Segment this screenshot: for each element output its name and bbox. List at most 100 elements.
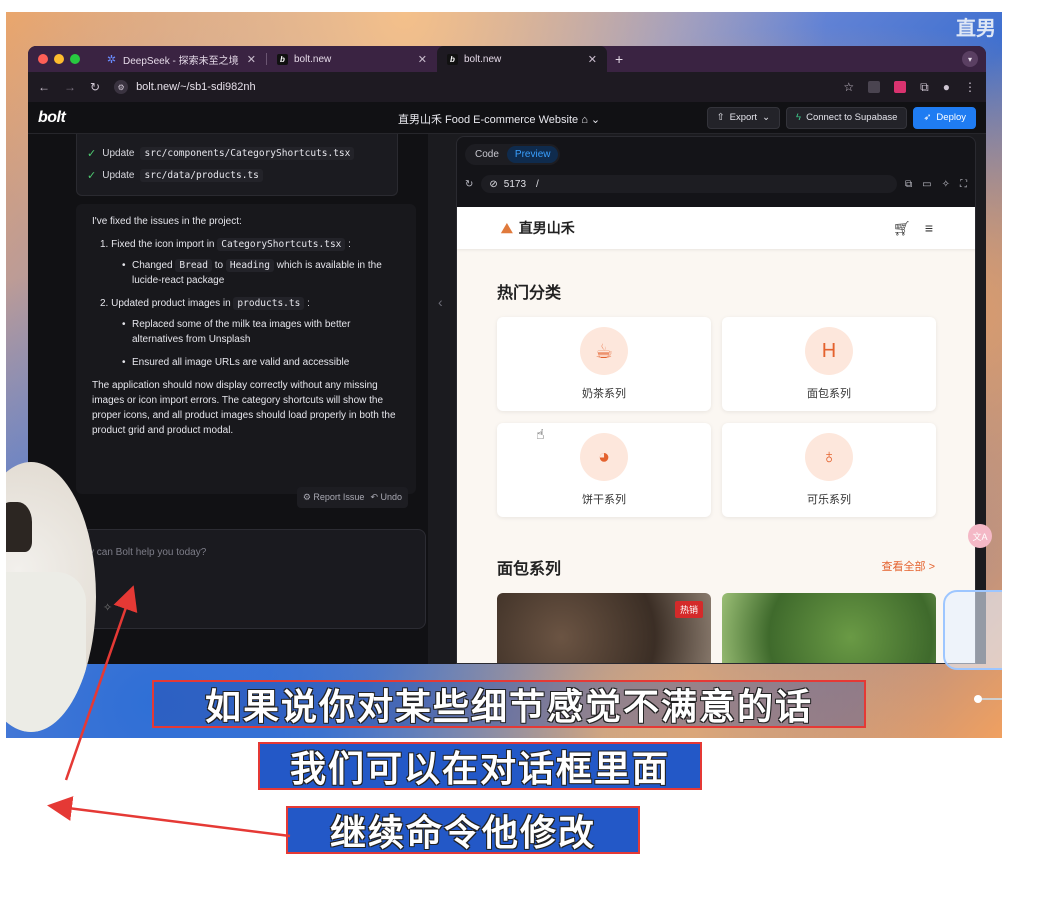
minimize-window-button[interactable] (54, 54, 64, 64)
lock-icon: ⌂ (581, 114, 588, 126)
workbench-tabs: Code Preview (457, 137, 975, 171)
tab-code[interactable]: Code (467, 146, 507, 163)
step-item: ✓ Update src/data/products.ts (87, 164, 387, 186)
bullet-item: Changed Bread to Heading which is availa… (92, 258, 400, 288)
deploy-button[interactable]: ➶ Deploy (913, 106, 976, 129)
bullet-item: Replaced some of the milk tea images wit… (92, 317, 400, 347)
tab-bolt-1[interactable]: b bolt.new ✕ (267, 46, 437, 72)
fullscreen-icon[interactable]: ⛶ (960, 179, 967, 190)
close-tab-icon[interactable]: ✕ (247, 53, 256, 66)
open-new-window-icon[interactable]: ⧉ (905, 179, 912, 190)
cart-icon[interactable]: 🛒︎ (893, 220, 911, 237)
message-actions: ⚙ Report Issue ↶ Undo (296, 487, 408, 508)
rocket-icon: ➶ (923, 112, 932, 123)
list-item: 2. Updated product images in products.ts… (100, 297, 310, 310)
bullet-item: Ensured all image URLs are valid and acc… (92, 355, 400, 370)
prompt-input[interactable] (89, 547, 413, 558)
step-item: ✓ Update src/components/CategoryShortcuts.… (87, 142, 387, 164)
connect-supabase-button[interactable]: ϟ Connect to Supabase (786, 106, 908, 129)
close-tab-icon[interactable]: ✕ (588, 53, 597, 66)
category-card[interactable]: ☕︎ 奶茶系列 (497, 317, 711, 411)
chevron-down-icon: ⌄ (762, 112, 771, 123)
project-title[interactable]: 直男山禾 Food E-commerce Website ⌂ ⌄ (398, 111, 600, 127)
red-arrow (47, 796, 291, 838)
tab-preview[interactable]: Preview (506, 145, 559, 163)
bolt-logo[interactable]: bolt (38, 109, 66, 127)
robot-sticker (943, 590, 1002, 670)
bolt-favicon-icon: b (277, 53, 288, 65)
window-controls (38, 54, 80, 64)
preview-address[interactable]: ⊘ 5173 / (481, 175, 898, 193)
site-header: ⛰ 直男山禾 🛒︎ ≡ (457, 207, 975, 249)
assistant-message: I've fixed the issues in the project: 1.… (76, 204, 416, 508)
mountain-icon: ⛰ (501, 219, 513, 236)
view-all-link[interactable]: 查看全部 > (882, 558, 935, 574)
collapse-chevron-icon[interactable]: ‹ (438, 294, 443, 310)
message-intro: I've fixed the issues in the project: (92, 216, 242, 227)
forward-icon[interactable]: → (64, 80, 76, 94)
site-preview: ⛰ 直男山禾 🛒︎ ≡ 热门分类 ☕︎ 奶茶系列 H 面包系列 ◕ 饼干系列 ♁… (457, 207, 975, 663)
tab-deepseek[interactable]: ✲ DeepSeek - 探索未至之境 ✕ (96, 46, 266, 72)
profile-icon[interactable]: ● (943, 80, 950, 94)
export-button[interactable]: ⇧ Export ⌄ (706, 106, 781, 129)
tab-bolt-2-active[interactable]: b bolt.new ✕ (437, 46, 607, 72)
subtitle-line-1: 如果说你对某些细节感觉不满意的话 (152, 680, 866, 728)
heading-icon: H (805, 327, 853, 375)
volume-slider[interactable] (974, 695, 1002, 703)
bolt-header: bolt 直男山禾 Food E-commerce Website ⌂ ⌄ ⇧ E… (28, 102, 986, 134)
preview-reload-icon[interactable]: ↻ (465, 179, 473, 190)
extensions-puzzle-icon[interactable]: ⧉ (920, 80, 929, 95)
site-brand[interactable]: ⛰ 直男山禾 (501, 218, 575, 238)
prompt-box: ✧ (76, 529, 426, 629)
report-issue-button[interactable]: ⚙ Report Issue (303, 490, 365, 505)
cookie-icon: ◕ (580, 433, 628, 481)
maximize-window-button[interactable] (70, 54, 80, 64)
preview-toolbar: ↻ ⊘ 5173 / ⧉ ▭ ✧ ⛶ (457, 171, 975, 197)
menu-icon[interactable]: ≡ (925, 220, 933, 237)
url-text: bolt.new/~/sb1-sdi982nh (136, 81, 256, 93)
tab-bar: ✲ DeepSeek - 探索未至之境 ✕ b bolt.new ✕ b bol… (28, 46, 986, 72)
address-bar[interactable]: ⚙ bolt.new/~/sb1-sdi982nh (114, 80, 256, 94)
port-number: 5173 (503, 178, 527, 190)
check-icon: ✓ (87, 147, 97, 160)
video-screenshot: 直男 ✲ DeepSeek - 探索未至之境 ✕ b bolt.new ✕ b … (0, 0, 1053, 903)
browser-toolbar-right: ☆ ⧉ ● ⋮ (843, 80, 976, 95)
enhance-prompt-icon[interactable]: ✧ (103, 601, 112, 614)
browser-window: ✲ DeepSeek - 探索未至之境 ✕ b bolt.new ✕ b bol… (28, 46, 986, 664)
address-bar-row: ← → ↻ ⚙ bolt.new/~/sb1-sdi982nh ☆ ⧉ ● ⋮ (28, 72, 986, 102)
header-actions: ⇧ Export ⌄ ϟ Connect to Supabase ➶ Deploy (706, 106, 976, 129)
close-window-button[interactable] (38, 54, 48, 64)
product-image[interactable] (722, 593, 936, 663)
bolt-favicon-icon: b (447, 53, 458, 65)
product-image[interactable]: 热销 (497, 593, 711, 663)
preview-path: / (536, 178, 539, 190)
preview-panel: Code Preview ↻ ⊘ 5173 / ⧉ ▭ ✧ ⛶ ⛰ 直男山禾 🛒… (456, 136, 976, 664)
wine-icon: ♁ (805, 433, 853, 481)
bookmark-star-icon[interactable]: ☆ (843, 80, 854, 94)
list-item: 1. Fixed the icon import in CategoryShor… (100, 238, 351, 251)
deepseek-icon: ✲ (106, 53, 117, 66)
site-settings-icon[interactable]: ⚙ (114, 80, 129, 94)
new-tab-icon[interactable]: + (615, 51, 623, 67)
category-card[interactable]: H 面包系列 (722, 317, 936, 411)
extension-icon[interactable] (868, 81, 881, 93)
inspect-icon[interactable]: ✧ (942, 179, 950, 190)
extension-icon[interactable] (894, 81, 907, 93)
hand-cursor-icon: ☝ (536, 426, 545, 442)
tab-search-icon[interactable]: ▾ (962, 51, 978, 67)
device-toggle-icon[interactable]: ▭ (922, 179, 931, 190)
hot-badge: 热销 (674, 601, 703, 618)
translate-icon[interactable]: 文A (968, 524, 992, 548)
browser-menu-icon[interactable]: ⋮ (964, 80, 976, 94)
reload-icon[interactable]: ↻ (90, 80, 100, 94)
undo-button[interactable]: ↶ Undo (370, 490, 402, 505)
tab-title: DeepSeek - 探索未至之境 (123, 55, 239, 67)
cup-icon: ☕︎ (580, 327, 628, 375)
chevron-down-icon: ⌄ (590, 114, 601, 126)
file-path: src/data/products.ts (140, 168, 263, 182)
category-card[interactable]: ◕ 饼干系列 (497, 423, 711, 517)
category-card[interactable]: ♁ 可乐系列 (722, 423, 936, 517)
section-title: 面包系列 (497, 561, 562, 578)
close-tab-icon[interactable]: ✕ (418, 53, 427, 66)
back-icon[interactable]: ← (38, 80, 50, 94)
